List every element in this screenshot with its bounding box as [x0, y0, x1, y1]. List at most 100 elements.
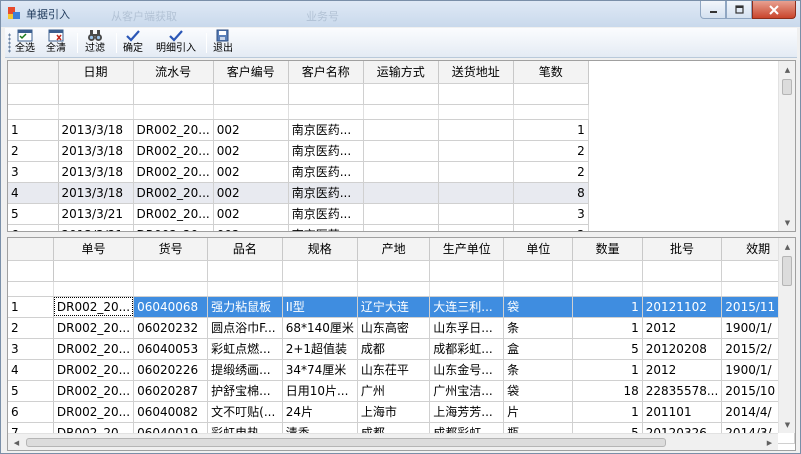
row-number[interactable]: 2	[8, 140, 59, 162]
table-row[interactable]: 4 DR002_20... 06020226 提缎绣画... 34*74厘米 山东茌平 山东…	[8, 359, 795, 381]
table-row[interactable]: 1 2013/3/18 DR002_20... 002 南京医药... 1	[8, 119, 589, 141]
row-number[interactable]: 5	[8, 380, 54, 402]
column-header[interactable]: 生产单位	[429, 238, 505, 261]
filter-cell[interactable]	[429, 260, 505, 282]
table-cell[interactable]: 002	[213, 203, 289, 225]
table-cell[interactable]: 袋	[503, 380, 574, 402]
scroll-left-arrow-icon[interactable]: ◀	[8, 434, 25, 450]
table-cell[interactable]: 2	[513, 224, 589, 231]
row-number[interactable]: 1	[8, 119, 59, 141]
table-cell[interactable]: 2	[513, 140, 589, 162]
scroll-up-arrow-icon[interactable]: ▲	[779, 61, 795, 78]
column-header[interactable]: 品名	[207, 238, 283, 261]
table-row[interactable]: 4 2013/3/18 DR002_20... 002 南京医药... 8	[8, 182, 589, 204]
scroll-down-arrow-icon[interactable]: ▼	[779, 416, 795, 433]
table-cell[interactable]: DR002_20...	[53, 338, 135, 360]
exit-button[interactable]: 退出	[213, 29, 233, 57]
row-number[interactable]: 3	[8, 338, 54, 360]
table-cell[interactable]	[363, 140, 439, 162]
table-cell[interactable]: 20120208	[642, 338, 723, 360]
table-cell[interactable]: 广州	[357, 380, 431, 402]
column-header[interactable]: 数量	[572, 238, 643, 261]
table-cell[interactable]: DR002_20...	[133, 161, 214, 183]
column-header[interactable]: 客户编号	[213, 61, 289, 84]
table-cell[interactable]: 24片	[282, 401, 358, 423]
table-cell[interactable]	[438, 224, 514, 231]
filter-cell[interactable]	[133, 83, 214, 105]
table-cell[interactable]: 大连三利...	[429, 296, 505, 318]
table-cell[interactable]: DR002_20...	[133, 203, 214, 225]
table-cell[interactable]: 2013/3/18	[58, 119, 134, 141]
select-all-button[interactable]: 全选	[15, 29, 35, 57]
table-cell[interactable]: DR002_20...	[133, 224, 214, 231]
table-cell[interactable]: 002	[213, 119, 289, 141]
summary-vertical-scrollbar[interactable]: ▲ ▼	[778, 61, 795, 231]
row-number[interactable]: 2	[8, 317, 54, 339]
filter-cell[interactable]	[357, 260, 431, 282]
table-cell[interactable]: 002	[213, 224, 289, 231]
table-cell[interactable]: 1	[572, 296, 643, 318]
table-cell[interactable]: 8	[513, 182, 589, 204]
table-cell[interactable]: 2013/3/21	[58, 203, 134, 225]
row-number[interactable]: 3	[8, 161, 59, 183]
filter-cell[interactable]	[513, 83, 589, 105]
filter-cell[interactable]	[288, 83, 364, 105]
table-cell[interactable]: 2+1超值装	[282, 338, 358, 360]
table-cell[interactable]: 1	[572, 401, 643, 423]
table-cell[interactable]: 002	[213, 140, 289, 162]
table-cell[interactable]: 日用10片...	[282, 380, 358, 402]
table-row[interactable]: 2 2013/3/18 DR002_20... 002 南京医药... 2	[8, 140, 589, 162]
table-cell[interactable]: 条	[503, 317, 574, 339]
filter-cell[interactable]	[503, 260, 574, 282]
row-header[interactable]	[8, 83, 59, 105]
column-header[interactable]: 送货地址	[438, 61, 514, 84]
table-cell[interactable]: 2013/3/21	[58, 224, 134, 231]
table-cell[interactable]: 成都	[357, 338, 431, 360]
table-cell[interactable]	[438, 140, 514, 162]
table-row[interactable]: 6 DR002_20... 06040082 文不叮贴(... 24片 上海市 上海芳芳..…	[8, 401, 795, 423]
filter-cell[interactable]	[642, 260, 723, 282]
table-cell[interactable]: 06040053	[133, 338, 209, 360]
table-cell[interactable]: 南京医药...	[288, 161, 364, 183]
filter-cell[interactable]	[572, 260, 643, 282]
corner-cell[interactable]	[8, 61, 59, 84]
table-cell[interactable]	[438, 119, 514, 141]
table-cell[interactable]: 南京医药...	[288, 224, 364, 231]
corner-cell[interactable]	[8, 238, 54, 261]
table-cell[interactable]	[438, 203, 514, 225]
table-cell[interactable]: 2	[513, 161, 589, 183]
table-cell[interactable]: 34*74厘米	[282, 359, 358, 381]
table-cell[interactable]: 圆点浴巾F...	[207, 317, 283, 339]
table-cell[interactable]: 20121102	[642, 296, 723, 318]
table-cell[interactable]: 片	[503, 401, 574, 423]
row-number[interactable]: 6	[8, 401, 54, 423]
table-cell[interactable]: 南京医药...	[288, 203, 364, 225]
scroll-thumb[interactable]	[26, 438, 666, 447]
table-cell[interactable]: 成都彩虹...	[429, 338, 505, 360]
table-cell[interactable]: II型	[282, 296, 358, 318]
filter-cell[interactable]	[133, 260, 209, 282]
column-header[interactable]: 规格	[282, 238, 358, 261]
table-cell[interactable]: DR002_20...	[133, 119, 214, 141]
table-cell[interactable]	[363, 161, 439, 183]
column-header[interactable]: 单位	[503, 238, 574, 261]
table-cell[interactable]: 文不叮贴(...	[207, 401, 283, 423]
close-button[interactable]	[752, 1, 796, 19]
row-number[interactable]: 4	[8, 359, 54, 381]
table-cell[interactable]: 2012	[642, 359, 723, 381]
table-cell[interactable]: 5	[572, 338, 643, 360]
detail-import-button[interactable]: 明细引入	[156, 29, 196, 57]
table-cell[interactable]: 袋	[503, 296, 574, 318]
table-cell[interactable]: DR002_20...	[53, 401, 135, 423]
detail-horizontal-scrollbar[interactable]: ◀ ▶	[8, 433, 778, 450]
table-cell[interactable]: 强力粘鼠板	[207, 296, 283, 318]
title-bar[interactable]: 单据引入 从客户端获取 业务号	[1, 1, 800, 27]
table-cell[interactable]: DR002_20...	[53, 296, 135, 318]
row-header[interactable]	[8, 260, 54, 282]
table-cell[interactable]	[363, 182, 439, 204]
table-cell[interactable]: 2013/3/18	[58, 161, 134, 183]
column-header[interactable]: 客户名称	[288, 61, 364, 84]
table-row[interactable]: 5 DR002_20... 06020287 护舒宝棉... 日用10片... 广州 广州宝…	[8, 380, 795, 402]
column-header[interactable]: 流水号	[133, 61, 214, 84]
table-cell[interactable]: 1	[572, 359, 643, 381]
